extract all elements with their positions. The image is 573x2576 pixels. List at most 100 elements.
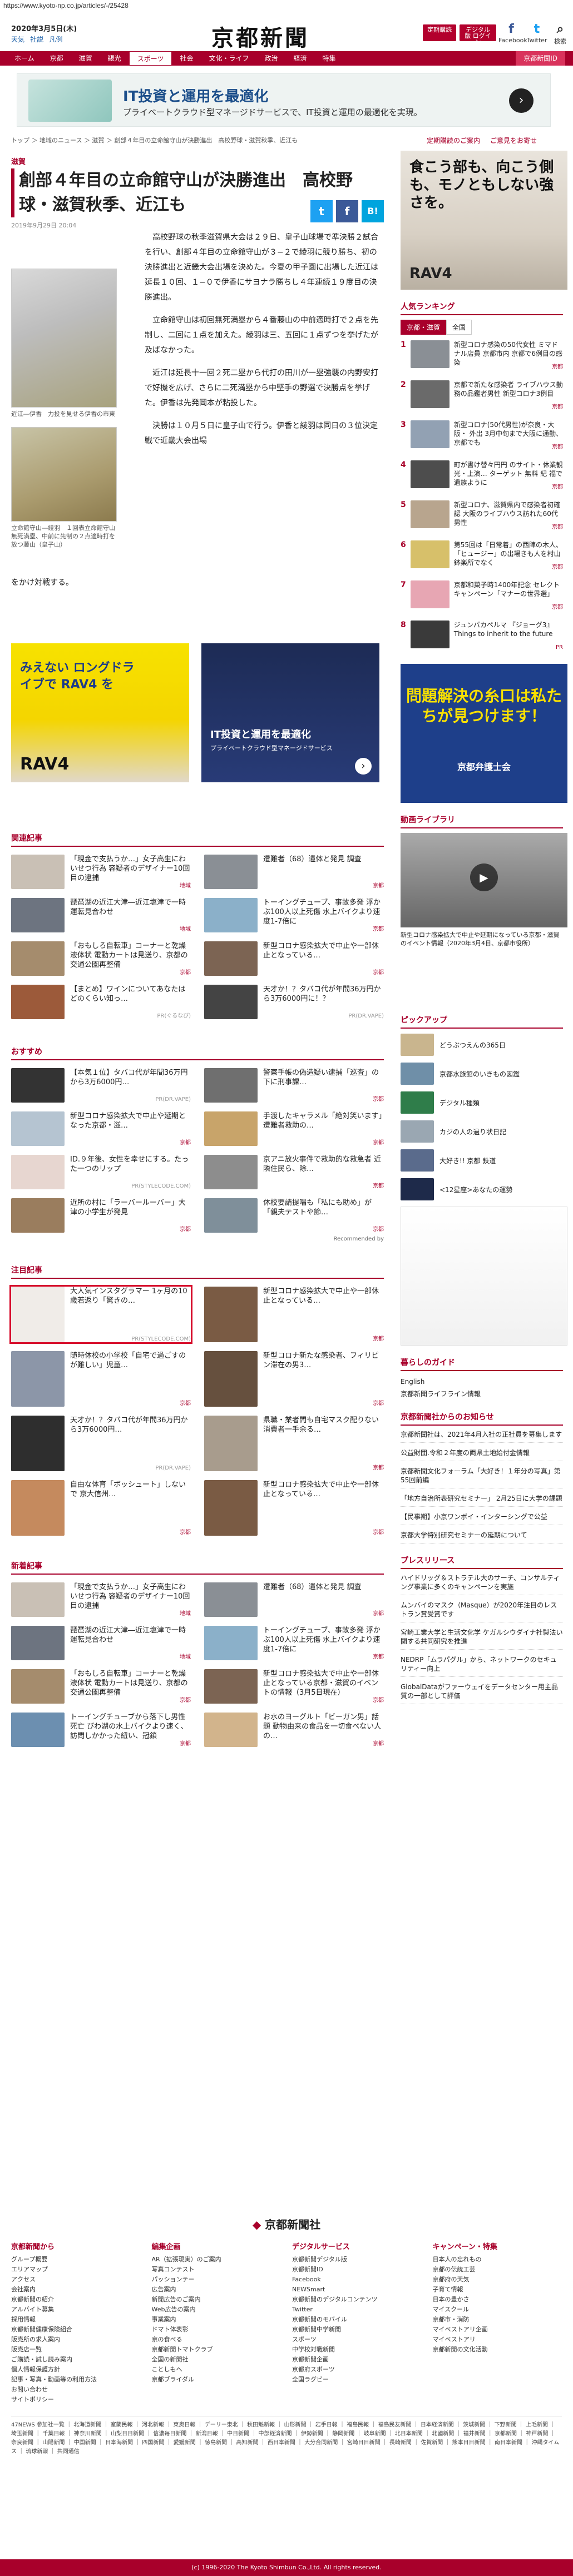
footer-link[interactable]: 中学校対戦新聞 [292,2345,422,2355]
nav-economy[interactable]: 経済 [286,51,315,66]
editorial-link[interactable]: 社説 [30,36,43,43]
nav-kyoto[interactable]: 京都 [42,51,71,66]
pickup-item[interactable]: 大好き!! 京都 鉄道 [401,1149,563,1172]
notice-item[interactable]: 京都新聞文化フォーラム「大好き！１年分の写真」第55回前編 [401,1467,563,1488]
footer-link[interactable]: 京都新聞デジタル版 [292,2255,422,2265]
bar-association-ad[interactable]: 問題解決の糸口は私たちが見つけます！ 京都弁護士会 [401,664,567,803]
feedback-link[interactable]: ご意見をお寄せ [490,136,537,145]
footer-link[interactable]: ドマト体表彰 [152,2325,281,2335]
footer-link[interactable]: お問い合わせ [11,2385,141,2395]
footer-link[interactable]: スポーツ [292,2335,422,2345]
press-item[interactable]: ムンバイのマスク（Masque）が2020年注目のレストラン賞受賞です [401,1601,563,1622]
pickup-item[interactable]: <12星座>あなたの運勢 [401,1178,563,1201]
footer-link[interactable]: 会社案内 [11,2285,141,2295]
footer-link[interactable]: 事業案内 [152,2315,281,2325]
footer-link[interactable]: 記事・写真・動画等の利用方法 [11,2375,141,2385]
nav-features[interactable]: 特集 [315,51,344,66]
site-logo[interactable]: 京都新聞 [211,20,309,52]
footer-link[interactable]: エリアマップ [11,2265,141,2275]
search-link[interactable]: ⌕ 検索 [547,22,573,46]
footer-link[interactable]: 採用情報 [11,2315,141,2325]
nav-home[interactable]: ホーム [7,51,42,66]
footer-link[interactable]: 個人情報保護方針 [11,2365,141,2375]
list-item[interactable]: 琵琶湖の近江大津―近江塩津で一時運転見合わせ 地域 [11,898,191,932]
list-item[interactable]: 自由な体育「ボッシュート」しないで 京大信州… 京都 [11,1480,191,1536]
footer-link[interactable]: Facebook [292,2275,422,2285]
footer-link[interactable]: 京都新聞の文化活動 [433,2345,562,2355]
article-category[interactable]: 滋賀 [11,156,384,166]
footer-link[interactable]: グループ概要 [11,2255,141,2265]
press-item[interactable]: GlobalDataがファーウェイをデータセンター用主品質の一部として評価 [401,1682,563,1704]
pickup-item[interactable]: どうぶつえんの365日 [401,1033,563,1056]
twitter-link[interactable]: t Twitter [524,22,550,44]
breadcrumb[interactable]: トップ ＞ 地域のニュース ＞ 滋賀 ＞ 創部４年目の立命館守山が決勝進出 高校… [11,136,384,145]
list-item[interactable]: 手渡したキャラメル「絶対笑います」遭難者救助の… 京都 [204,1111,384,1146]
footer-link[interactable]: アクセス [11,2275,141,2285]
list-item[interactable]: 遭難者（68）遺体と発見 調査 京都 [204,855,384,889]
list-item[interactable]: 琵琶湖の近江大津―近江塩津で一時運転見合わせ 地域 [11,1626,191,1660]
list-item[interactable]: 京アニ放火事件で救助的な救急者 近隣住民ら、除… 京都 [204,1155,384,1189]
list-item[interactable]: 「おもしろ自転車」コーナーと乾燥液体状 電動カートは見送り、京都の交通公園再整備… [11,941,191,976]
video-player[interactable]: ▶ [401,833,567,927]
nav-shiga[interactable]: 滋賀 [71,51,100,66]
footer-link[interactable]: ご購読・試し読み案内 [11,2355,141,2365]
nav-kyoto-id[interactable]: 京都新聞ID [516,51,565,66]
footer-link[interactable]: 京都府スポーツ [292,2365,422,2375]
footer-link[interactable]: 京都新聞の紹介 [11,2295,141,2305]
footer-link[interactable]: 写真コンテスト [152,2265,281,2275]
footer-link[interactable]: 京都新聞健康保険組合 [11,2325,141,2335]
ranking-item[interactable]: 8 ジュンパカペルマ 『ジョーグ3』 Things to inherit to t… [401,621,563,653]
footer-link[interactable]: 日本の豊かさ [433,2295,562,2305]
footer-link[interactable]: 広告案内 [152,2285,281,2295]
list-item[interactable]: 随時休校の小学校「自宅で過ごすのが難しい」児童… 京都 [11,1351,191,1407]
ranking-item[interactable]: 1 新型コロナ感染の50代女性 ミマドナル店員 京都市内 京都で6例目の感染 京都 [401,340,563,373]
chevron-right-icon[interactable]: › [509,88,534,113]
nav-society[interactable]: 社会 [172,51,201,66]
pickup-item[interactable]: デジタル種類 [401,1091,563,1114]
footer-link[interactable]: ことしもへ [152,2365,281,2375]
footer-link[interactable]: 子育て情報 [433,2285,562,2295]
notice-item[interactable]: 公益財団.令和２年度の両県土地給付金情報 [401,1448,563,1461]
list-item[interactable]: 【本気１位】タバコ代が年間36万円から3万6000円… PR(DR.VAPE) [11,1068,191,1103]
list-item[interactable]: 警察手帳の偽造疑い逮捕「巡査」の下に刑事課… 京都 [204,1068,384,1103]
article-photo-pitcher[interactable] [11,269,117,408]
footer-link[interactable]: AR（拡張現実）のご案内 [152,2255,281,2265]
ranking-item[interactable]: 4 町が書け替々円円 のサイト・休業観光・上演… ターゲット 無料 紀 福で 遺族… [401,460,563,493]
list-item[interactable]: 新型コロナ感染拡大で中止や一部休止となっている… 京都 [204,1287,384,1342]
facebook-share-icon[interactable]: f [336,200,358,222]
footer-link[interactable]: 販売店一覧 [11,2345,141,2355]
footer-link[interactable]: 新聞広告のご案内 [152,2295,281,2305]
nav-politics[interactable]: 政治 [256,51,285,66]
list-item[interactable]: 県職・業者間も自宅マスク配りない 消費者一手余る… 京都 [204,1416,384,1471]
press-item[interactable]: NEDRP「ムラパグル」から、ネットワークのセキュリティー向上 [401,1655,563,1677]
footer-link[interactable]: 全国の新聞社 [152,2355,281,2365]
legend-link[interactable]: 凡例 [49,36,62,43]
list-item[interactable]: お水のヨーグルト「ビーガン男」話題 動物由来の食品を一切食べない人の… 京都 [204,1713,384,1747]
pickup-item[interactable]: 京都水族館のいきもの図鑑 [401,1062,563,1085]
list-item[interactable]: 新型コロナ感染拡大で中止や一部休止となっている… 京都 [204,941,384,976]
tab-kyoto-shiga[interactable]: 京都・滋賀 [401,320,447,335]
ranking-item[interactable]: 6 第55回は「日常着」の西陣の木人、「ヒュージー」の出場きも人を村山鉢楽所でなく… [401,540,563,573]
hatena-share-icon[interactable]: B! [362,200,384,222]
digital-login-button[interactable]: デジタル版 ログイン [460,24,496,45]
footer-link[interactable]: パッションテー [152,2275,281,2285]
footer-link[interactable]: 京都府の天気 [433,2275,562,2285]
list-item[interactable]: 「現金で支払うか…」女子高生にわいせつ行為 容疑者のデザイナー10回目の逮捕 地域 [11,1582,191,1617]
footer-link[interactable]: 京都新聞のモバイル [292,2315,422,2325]
footer-link[interactable]: 全国ラグビー [292,2375,422,2385]
ranking-item[interactable]: 2 京都で新たな感染者 ライブハウス勤務の品鑑者男性 新型コロナ3例目 京都 [401,380,563,413]
twitter-share-icon[interactable]: t [310,200,333,222]
toyota-ad[interactable]: みえない ロングドライブで RAV4 を RAV4 [11,643,189,782]
ranking-item[interactable]: 3 新型コロナ(50代男性)が奈良・大阪・ 外出 3月中旬まで大阪に通勤、京都でも… [401,420,563,453]
list-item[interactable]: 近所の村に「ラーバールーバー」大津の小学生が発見 京都 [11,1198,191,1233]
list-item[interactable]: 天才か！？タバコ代が年間36万円から3万6000円に！？ PR(DR.VAPE) [204,985,384,1019]
top-banner-ad[interactable]: IT投資と運用を最適化 プライベートクラウド型マネージドサービスで、IT投資と運… [17,73,551,127]
footer-link[interactable]: 京都市・消防 [433,2315,562,2325]
nav-sports[interactable]: スポーツ [129,51,172,66]
nav-culture[interactable]: 文化・ライフ [201,51,256,66]
list-item[interactable]: 新型コロナ感染拡大で中止や一部休止となっている… 京都 [204,1480,384,1536]
list-item[interactable]: 天才か！？タバコ代が年間36万円から3万6000円… PR(DR.VAPE) [11,1416,191,1471]
ranking-item[interactable]: 7 京都和菓子時1400年記念 セレクトキャンペーン「マナーの世界選」 京都 [401,580,563,613]
it-investment-ad[interactable]: IT投資と運用を最適化 プライベートクラウド型マネージドサービス › [201,643,379,782]
tab-national[interactable]: 全国 [446,320,472,335]
